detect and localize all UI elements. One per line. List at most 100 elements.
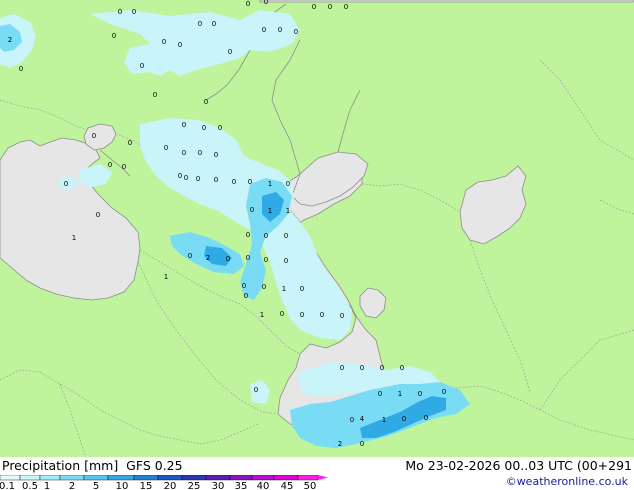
legend-swatch: [273, 475, 299, 481]
map-value: 0: [164, 144, 168, 152]
map-value: 0: [178, 172, 182, 180]
map-value: 0: [214, 176, 218, 184]
map-value: 0: [360, 440, 364, 448]
product-title: Precipitation [mm] GFS 0.25: [2, 458, 183, 473]
legend-swatch: [229, 475, 253, 481]
map-value: 0: [340, 312, 344, 320]
legend-tick-label: 15: [140, 481, 153, 489]
map-value: 0: [264, 0, 268, 6]
map-value: 1: [72, 234, 76, 242]
legend-tick-label: 1: [44, 481, 50, 489]
map-value: 0: [153, 91, 157, 99]
map-value: 0: [360, 364, 364, 372]
map-value: 0: [92, 132, 96, 140]
map-value: 0: [254, 386, 258, 394]
map-value: 0: [218, 124, 222, 132]
map-value: 0: [232, 178, 236, 186]
map-value: 0: [286, 180, 290, 188]
legend-tick-label: 2: [69, 481, 75, 489]
map-value: 1: [268, 180, 272, 188]
credit-link[interactable]: ©weatheronline.co.uk: [506, 475, 628, 488]
map-value: 0: [300, 311, 304, 319]
legend-swatch: [83, 475, 109, 481]
map-value: 0: [202, 124, 206, 132]
legend-swatches: [0, 475, 328, 481]
map-value: 0: [178, 41, 182, 49]
map-value: 0: [246, 231, 250, 239]
map-value: 1: [164, 273, 168, 281]
map-value: 0: [214, 151, 218, 159]
map-value: 0: [118, 8, 122, 16]
legend-swatch: [251, 475, 275, 481]
map-value: 0: [300, 285, 304, 293]
map-value: 0: [264, 256, 268, 264]
legend-swatch: [297, 475, 319, 481]
legend-swatch: [39, 475, 61, 481]
map-value: 0: [128, 139, 132, 147]
legend-tick-label: 5: [93, 481, 99, 489]
map-value: 0: [378, 390, 382, 398]
legend-swatch: [181, 475, 207, 481]
precipitation-map: 2 0 0 0 0 0 0 0 0 0 0 0 0 0 0 0 0 0 0 0 …: [0, 0, 634, 457]
footer-bar: Precipitation [mm] GFS 0.25 Mo 23-02-202…: [0, 457, 634, 490]
map-value: 0: [246, 254, 250, 262]
legend-swatch: [157, 475, 183, 481]
map-value: 0: [184, 174, 188, 182]
legend-arrow: [318, 475, 328, 480]
map-value: 0: [280, 310, 284, 318]
precipitation-legend: 0.1 0.5 1 2 5 10 15 20 25 30 35 40 45 50: [0, 475, 328, 489]
map-value: 0: [204, 98, 208, 106]
map-value: 0: [198, 149, 202, 157]
map-value: 0: [96, 211, 100, 219]
map-value: 0: [424, 414, 428, 422]
map-value: 0: [182, 121, 186, 129]
map-value: 0: [246, 0, 250, 8]
map-value: 0: [226, 255, 230, 263]
map-value: 0: [212, 20, 216, 28]
map-value: 0: [140, 62, 144, 70]
map-value: 0: [262, 26, 266, 34]
legend-tick-label: 0.1: [0, 481, 15, 489]
map-value: 0: [350, 416, 354, 424]
north-water: [259, 0, 634, 3]
map-value: 0: [242, 282, 246, 290]
legend-tick-label: 25: [188, 481, 201, 489]
legend-tick-label: 30: [212, 481, 225, 489]
map-value: 0: [228, 48, 232, 56]
map-value: 0: [402, 415, 406, 423]
legend-swatch: [205, 475, 231, 481]
map-value: 0: [250, 206, 254, 214]
map-value: 0: [198, 20, 202, 28]
legend-swatch: [133, 475, 159, 481]
legend-swatch: [107, 475, 135, 481]
legend-swatch: [59, 475, 85, 481]
map-value: 0: [278, 26, 282, 34]
map-value: 0: [19, 65, 23, 73]
legend-tick-label: 20: [164, 481, 177, 489]
map-value: 0: [320, 311, 324, 319]
map-value: 0: [294, 28, 298, 36]
map-value: 0: [262, 283, 266, 291]
legend-tick-label: 35: [235, 481, 248, 489]
map-value: 0: [340, 364, 344, 372]
legend-swatch: [0, 475, 21, 481]
map-value: 0: [442, 388, 446, 396]
map-value: 0: [400, 364, 404, 372]
legend-tick-label: 0.5: [22, 481, 38, 489]
map-value: 1: [286, 207, 290, 215]
legend-tick-labels: 0.1 0.5 1 2 5 10 15 20 25 30 35 40 45 50: [0, 481, 316, 489]
map-value: 0: [344, 3, 348, 11]
map-value: 0: [64, 180, 68, 188]
map-value: 0: [196, 175, 200, 183]
map-value: 0: [244, 292, 248, 300]
map-value: 0: [122, 163, 126, 171]
map-value: 0: [312, 3, 316, 11]
map-value: 0: [284, 257, 288, 265]
valid-time: Mo 23-02-2026 00..03 UTC (00+291: [405, 458, 632, 473]
map-value: 1: [260, 311, 264, 319]
legend-tick-label: 40: [257, 481, 270, 489]
map-value: 0: [248, 178, 252, 186]
map-value: 0: [328, 3, 332, 11]
map-value: 0: [112, 32, 116, 40]
map-value: 2: [338, 440, 342, 448]
